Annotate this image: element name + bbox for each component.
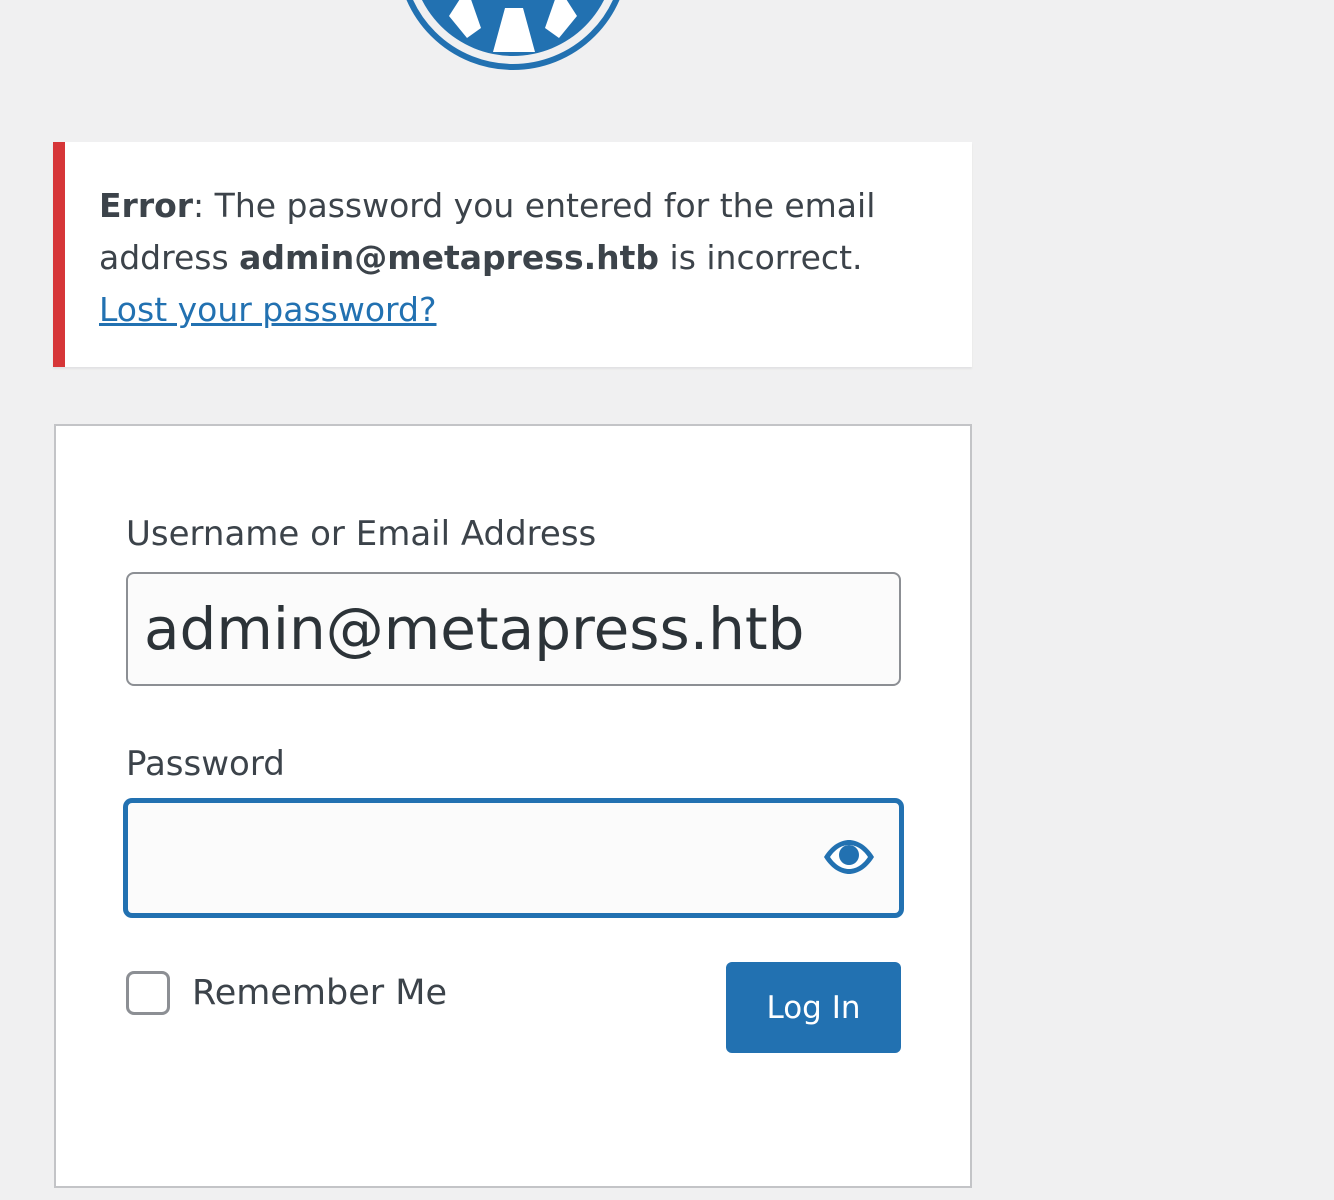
- eye-icon: [822, 839, 876, 879]
- wordpress-logo-icon[interactable]: [397, 0, 629, 70]
- password-input[interactable]: [124, 799, 903, 917]
- show-password-button[interactable]: [821, 831, 877, 887]
- remember-me-checkbox[interactable]: [126, 971, 170, 1015]
- username-input[interactable]: admin@metapress.htb: [126, 572, 901, 686]
- error-message: Error: The password you entered for the …: [99, 180, 919, 336]
- log-in-button[interactable]: Log In: [726, 962, 901, 1053]
- password-label: Password: [126, 744, 285, 784]
- login-form: Username or Email Address admin@metapres…: [54, 424, 972, 1188]
- error-label: Error: [99, 186, 194, 225]
- username-value: admin@metapress.htb: [144, 595, 805, 663]
- error-email: admin@metapress.htb: [239, 238, 660, 277]
- remember-me: Remember Me: [126, 971, 447, 1015]
- error-message-after: is incorrect.: [659, 238, 863, 277]
- lost-password-link[interactable]: Lost your password?: [99, 290, 437, 329]
- login-error-notice: Error: The password you entered for the …: [53, 142, 972, 367]
- username-label: Username or Email Address: [126, 514, 597, 554]
- remember-me-label[interactable]: Remember Me: [192, 971, 447, 1015]
